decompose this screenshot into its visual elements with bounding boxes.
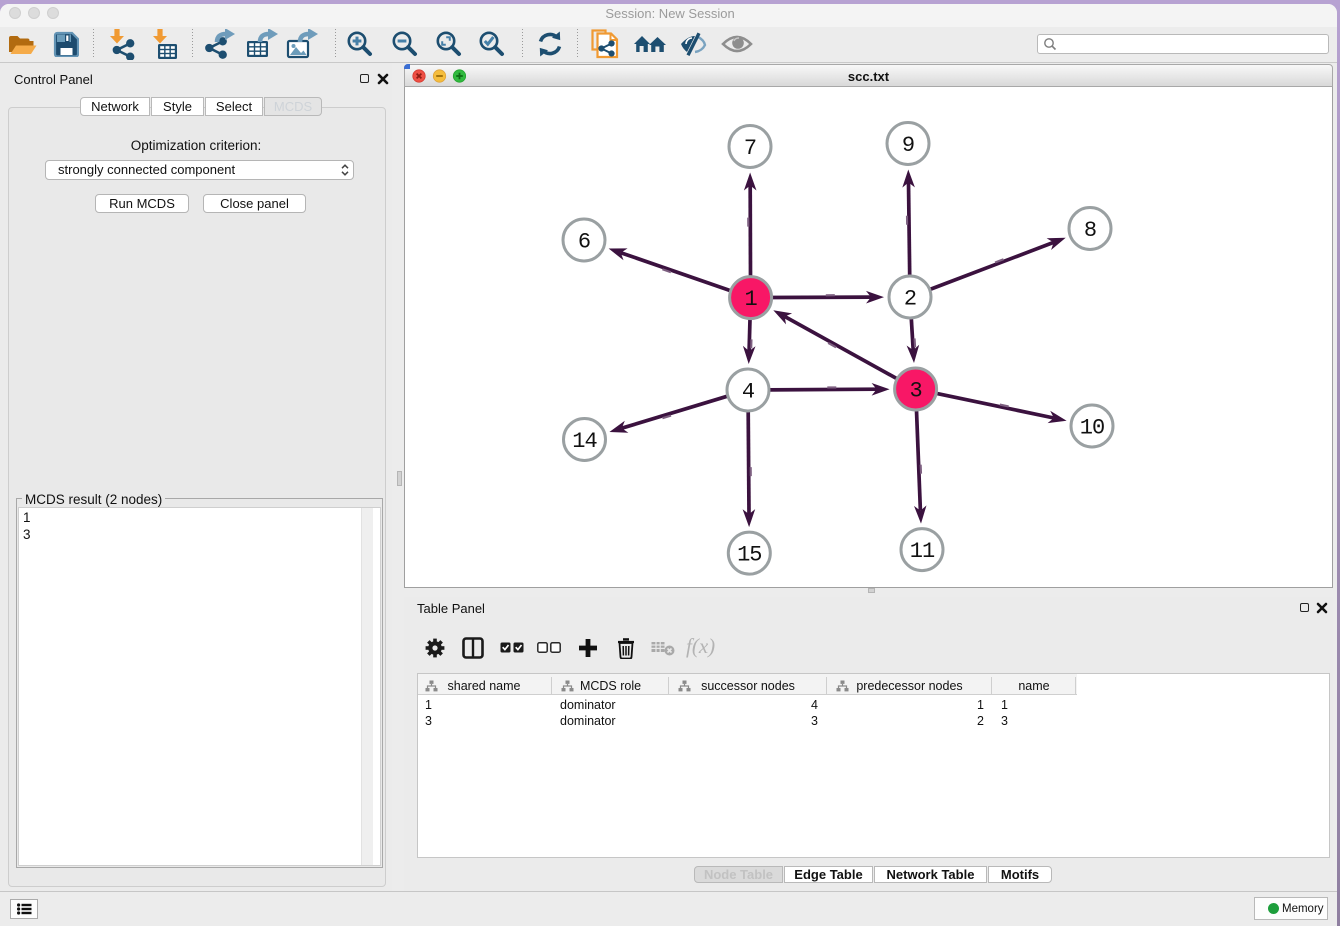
svg-text:1: 1 — [744, 287, 757, 312]
svg-text:14: 14 — [572, 429, 597, 454]
svg-text:15: 15 — [737, 542, 761, 567]
svg-text:3: 3 — [909, 378, 921, 403]
svg-text:6: 6 — [578, 229, 590, 254]
svg-text:4: 4 — [742, 379, 755, 404]
svg-text:10: 10 — [1080, 415, 1104, 440]
svg-text:7: 7 — [744, 136, 756, 161]
svg-text:11: 11 — [910, 539, 935, 564]
svg-text:9: 9 — [902, 133, 914, 158]
svg-text:2: 2 — [904, 286, 916, 311]
svg-text:8: 8 — [1084, 218, 1096, 243]
